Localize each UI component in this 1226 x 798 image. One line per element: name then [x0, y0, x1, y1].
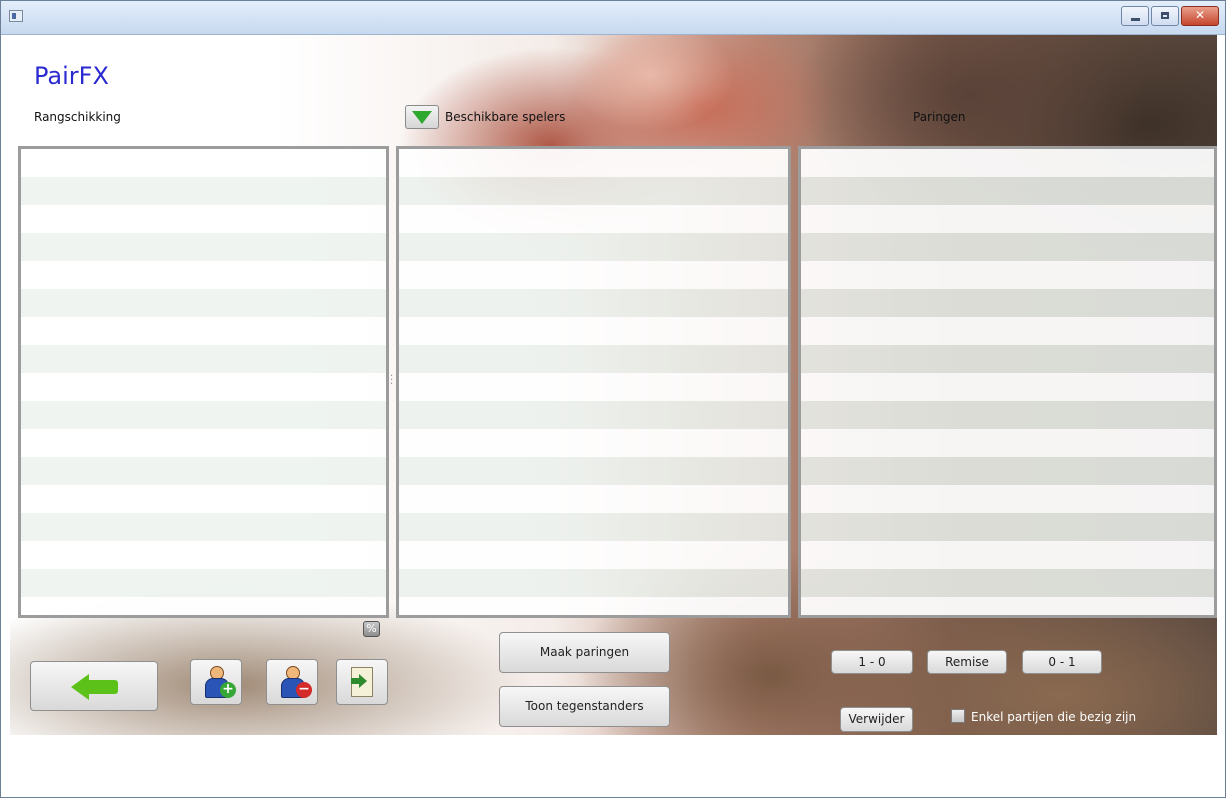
maximize-button[interactable] — [1151, 6, 1179, 26]
only-active-checkbox[interactable] — [951, 709, 965, 723]
app-icon[interactable] — [9, 10, 23, 22]
black-wins-button[interactable]: 0 - 1 — [1022, 650, 1102, 674]
list-rows — [399, 149, 788, 615]
make-pairings-button[interactable]: Maak paringen — [499, 632, 670, 673]
draw-button[interactable]: Remise — [927, 650, 1007, 674]
pairings-list[interactable] — [798, 146, 1217, 618]
pairings-label: Paringen — [913, 110, 966, 124]
app-title: PairFX — [34, 62, 109, 90]
back-arrow-icon — [71, 674, 89, 700]
show-opponents-button[interactable]: Toon tegenstanders — [499, 686, 670, 727]
title-bar[interactable] — [1, 1, 1225, 35]
main-content: PairFX Rangschikking Beschikbare spelers… — [10, 35, 1217, 735]
delete-button[interactable]: Verwijder — [840, 707, 913, 732]
white-wins-button[interactable]: 1 - 0 — [831, 650, 913, 674]
available-players-label: Beschikbare spelers — [445, 110, 566, 124]
minimize-button[interactable] — [1121, 6, 1149, 26]
toggle-available-button[interactable] — [405, 105, 439, 129]
add-player-button[interactable]: + — [190, 659, 242, 705]
minus-icon: − — [296, 682, 312, 698]
app-window: PairFX Rangschikking Beschikbare spelers… — [0, 0, 1226, 798]
plus-icon: + — [220, 682, 236, 698]
list-rows — [21, 149, 386, 615]
only-active-label: Enkel partijen die bezig zijn — [971, 710, 1137, 724]
available-players-list[interactable] — [396, 146, 791, 618]
remove-player-button[interactable]: − — [266, 659, 318, 705]
export-icon — [351, 674, 367, 688]
ranking-list[interactable] — [18, 146, 389, 618]
close-button[interactable] — [1181, 6, 1219, 26]
list-rows — [801, 149, 1214, 615]
ranking-label: Rangschikking — [34, 110, 121, 124]
export-button[interactable] — [336, 659, 388, 705]
back-button[interactable] — [30, 661, 158, 711]
percent-icon[interactable]: % — [363, 621, 380, 637]
